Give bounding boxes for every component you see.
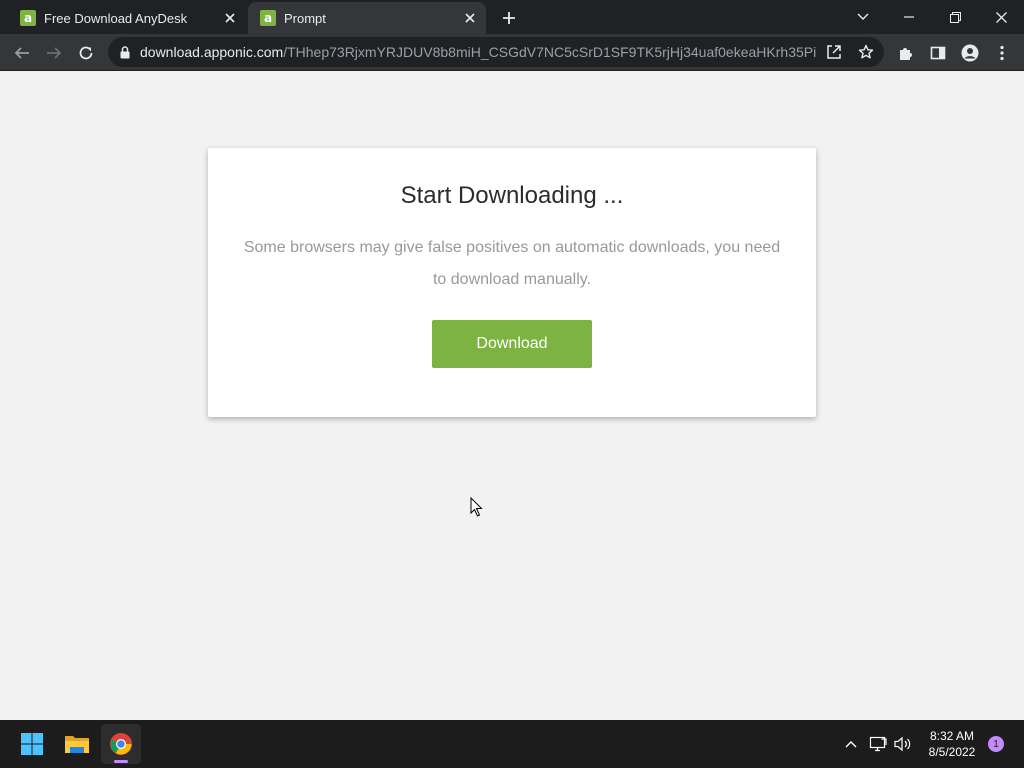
address-bar[interactable]: download.apponic.com/THhep73RjxmYRJDUV8b… — [108, 37, 884, 67]
tab-free-download-anydesk[interactable]: a Free Download AnyDesk — [8, 2, 246, 34]
tab-title: Free Download AnyDesk — [44, 10, 188, 26]
url-path: /THhep73RjxmYRJDUV8b8miH_CSGdV7NC5cSrD1S… — [283, 44, 816, 60]
web-page: Start Downloading ... Some browsers may … — [0, 71, 1024, 720]
clock-date: 8/5/2022 — [928, 745, 976, 759]
show-hidden-icons-chevron-up-icon[interactable] — [841, 734, 861, 754]
notification-badge[interactable]: 1 — [988, 736, 1004, 752]
start-button[interactable] — [12, 724, 52, 764]
back-button[interactable] — [8, 39, 36, 67]
chrome-icon — [109, 732, 133, 756]
apponic-favicon-icon: a — [20, 10, 36, 26]
windows-taskbar: 8:32 AM 8/5/2022 1 — [0, 720, 1024, 768]
volume-icon[interactable] — [893, 734, 913, 754]
extensions-puzzle-icon[interactable] — [892, 39, 920, 67]
tab-search-chevron-down-icon[interactable] — [840, 0, 886, 34]
lock-icon[interactable] — [120, 45, 130, 59]
active-app-indicator — [114, 760, 128, 763]
share-icon[interactable] — [824, 42, 844, 62]
system-clock[interactable]: 8:32 AM 8/5/2022 — [918, 728, 986, 760]
close-window-button[interactable] — [978, 0, 1024, 34]
profile-avatar-icon[interactable] — [956, 39, 984, 67]
file-explorer-icon — [64, 733, 90, 755]
download-card: Start Downloading ... Some browsers may … — [208, 148, 816, 417]
clock-time: 8:32 AM — [929, 729, 975, 743]
url-domain: download.apponic.com — [140, 44, 284, 60]
chrome-taskbar-button[interactable] — [101, 724, 141, 764]
tab-prompt[interactable]: a Prompt — [248, 2, 486, 34]
url-text[interactable]: download.apponic.com/THhep73RjxmYRJDUV8b… — [140, 44, 816, 60]
bookmark-star-icon[interactable] — [856, 42, 876, 62]
windows-start-icon — [20, 732, 44, 756]
side-panel-icon[interactable] — [924, 39, 952, 67]
download-button[interactable]: Download — [432, 320, 592, 368]
restore-button[interactable] — [932, 0, 978, 34]
reload-button[interactable] — [72, 39, 100, 67]
close-tab-icon[interactable] — [460, 8, 480, 28]
close-tab-icon[interactable] — [220, 8, 240, 28]
browser-tab-bar: a Free Download AnyDesk a Prompt — [0, 0, 1024, 34]
page-title: Start Downloading ... — [400, 182, 624, 209]
apponic-favicon-icon: a — [260, 10, 276, 26]
browser-toolbar: download.apponic.com/THhep73RjxmYRJDUV8b… — [0, 34, 1024, 71]
menu-kebab-icon[interactable] — [988, 39, 1016, 67]
forward-button[interactable] — [40, 39, 68, 67]
download-message: Some browsers may give false positives o… — [243, 239, 781, 288]
network-icon[interactable] — [868, 734, 888, 754]
minimize-button[interactable] — [886, 0, 932, 34]
mouse-cursor-icon — [470, 497, 484, 517]
new-tab-button[interactable] — [498, 7, 520, 29]
file-explorer-button[interactable] — [57, 724, 97, 764]
tab-title: Prompt — [284, 10, 326, 26]
